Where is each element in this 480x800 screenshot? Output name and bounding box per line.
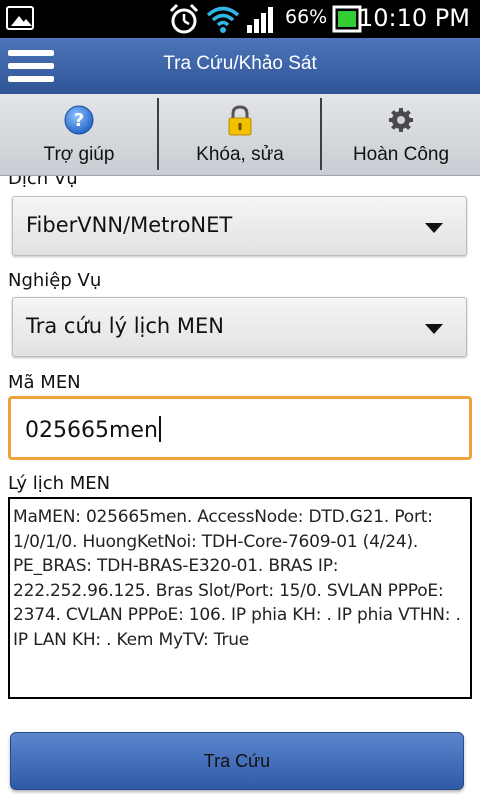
- profile-text: MaMEN: 025665men. AccessNode: DTD.G21. P…: [13, 507, 461, 650]
- clock: 10:10 PM: [358, 4, 470, 32]
- status-bar: 66% 10:10 PM: [0, 0, 480, 38]
- search-button[interactable]: Tra Cứu: [10, 732, 464, 790]
- gear-icon: [389, 108, 413, 132]
- wifi-icon: [206, 6, 240, 33]
- profile-textarea[interactable]: MaMEN: 025665men. AccessNode: DTD.G21. P…: [8, 497, 472, 699]
- completion-label: Hoàn Công: [352, 144, 450, 165]
- task-label: Nghiệp Vụ: [8, 270, 102, 291]
- task-value: Tra cứu lý lịch MEN: [26, 314, 224, 338]
- completion-button[interactable]: Hoàn Công: [322, 94, 480, 176]
- help-icon: ?: [64, 105, 94, 135]
- svg-text:?: ?: [74, 110, 84, 131]
- toolbar: ? Trợ giúp Khóa, sửa Hoàn Công: [0, 94, 480, 176]
- search-button-label: Tra Cứu: [203, 751, 271, 771]
- profile-label: Lý lịch MEN: [8, 473, 111, 494]
- signal-icon: [247, 7, 273, 33]
- page-title: Tra Cứu/Khảo Sát: [163, 53, 317, 74]
- men-code-input[interactable]: 025665men: [8, 396, 472, 460]
- help-button[interactable]: ? Trợ giúp: [0, 94, 158, 176]
- battery-percent: 66%: [285, 6, 328, 28]
- chevron-down-icon: [425, 324, 443, 334]
- lock-icon: [228, 105, 252, 136]
- picture-thumbnail-icon: [6, 6, 34, 30]
- men-code-value: 025665men: [25, 416, 161, 443]
- alarm-icon: [169, 3, 199, 34]
- divider: [157, 98, 159, 170]
- help-label: Trợ giúp: [43, 144, 115, 165]
- lock-edit-label: Khóa, sửa: [196, 144, 284, 165]
- lock-edit-button[interactable]: Khóa, sửa: [160, 94, 320, 176]
- chevron-down-icon: [425, 223, 443, 233]
- task-dropdown[interactable]: Tra cứu lý lịch MEN: [12, 297, 467, 357]
- men-code-label: Mã MEN: [8, 372, 81, 393]
- service-value: FiberVNN/MetroNET: [26, 213, 233, 237]
- service-dropdown[interactable]: FiberVNN/MetroNET: [12, 196, 467, 256]
- action-bar: Tra Cứu/Khảo Sát: [0, 38, 480, 94]
